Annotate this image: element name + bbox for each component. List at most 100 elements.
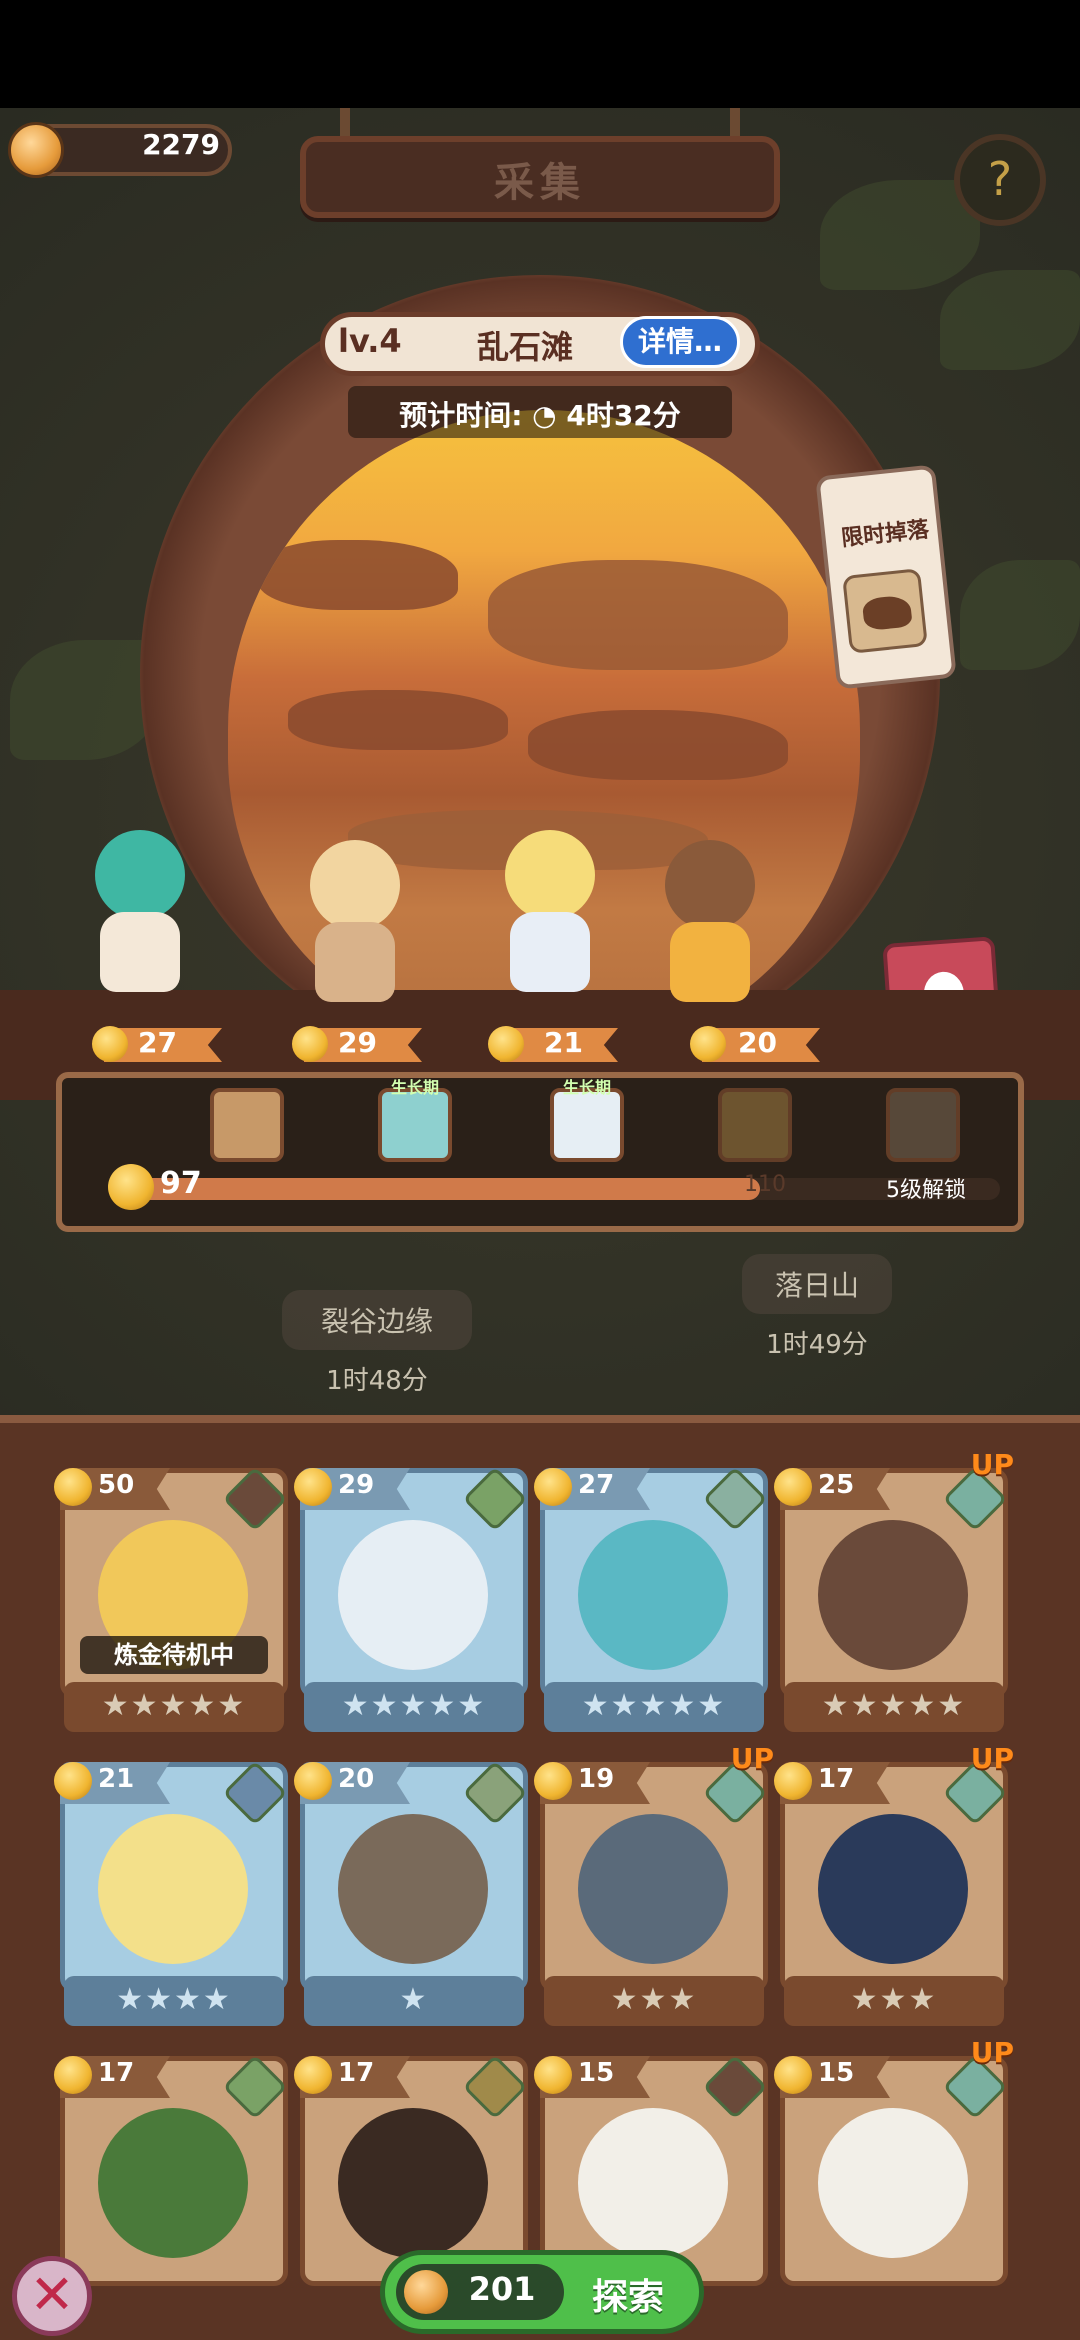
star-rating: ★★★★★	[581, 1688, 727, 1723]
gold-nugget-icon	[534, 2056, 572, 2094]
star-rating: ★★★★★	[821, 1688, 967, 1723]
star-rating: ★★★	[610, 1982, 698, 2017]
help-button[interactable]: ?	[954, 134, 1046, 226]
gold-nugget-icon	[774, 2056, 812, 2094]
estimated-time-label: 预计时间:	[399, 399, 523, 432]
star-rating: ★★★★	[116, 1982, 232, 2017]
growth-badge: 生长期	[390, 1078, 439, 1097]
character-level: 50	[98, 1470, 135, 1500]
gold-nugget-icon	[294, 2056, 332, 2094]
team-member[interactable]	[70, 830, 210, 1000]
ore-icon	[842, 568, 928, 654]
explore-cost: 201	[468, 2270, 536, 2308]
close-button[interactable]: ✕	[12, 2256, 92, 2336]
character-portrait	[338, 1520, 488, 1670]
star-rating: ★	[399, 1982, 429, 2017]
character-head	[505, 830, 595, 920]
close-x-icon: ✕	[29, 2263, 75, 2326]
team-member[interactable]	[480, 830, 620, 1000]
character-portrait	[338, 2108, 488, 2258]
character-card[interactable]: 17 UP ★★★	[774, 1742, 1014, 2030]
gold-nugget-icon	[108, 1164, 154, 1210]
character-card[interactable]: 炼金待机中 50 ★★★★★	[54, 1466, 288, 1736]
team-level: 20	[738, 1026, 777, 1059]
location-time: 1时49分	[766, 1330, 868, 1360]
location-level: lv.4	[338, 322, 402, 360]
sprout-question-icon: ?	[987, 152, 1013, 206]
gold-nugget-icon	[294, 1762, 332, 1800]
upgrade-badge: UP	[970, 1448, 1014, 1481]
star-rating: ★★★★★	[341, 1688, 487, 1723]
character-card[interactable]: 21 ★★★★	[54, 1760, 288, 2030]
status-bar	[0, 0, 1080, 108]
character-card[interactable]: 19 UP ★★★	[534, 1742, 774, 2030]
gold-nugget-icon	[534, 1762, 572, 1800]
resource-slot[interactable]	[886, 1088, 960, 1162]
gold-nugget-icon	[774, 1762, 812, 1800]
character-portrait	[578, 2108, 728, 2258]
character-card[interactable]: 25 UP ★★★★★	[774, 1448, 1014, 1736]
growth-badge: 生长期	[562, 1078, 611, 1097]
leaf-decoration	[820, 180, 980, 290]
resource-progress-fill	[110, 1178, 760, 1200]
gold-nugget-icon	[534, 1468, 572, 1506]
gold-nugget-icon	[488, 1026, 524, 1062]
character-level: 21	[98, 1764, 135, 1794]
character-level: 19	[578, 1764, 615, 1794]
character-head	[95, 830, 185, 920]
character-portrait	[98, 1814, 248, 1964]
character-body	[510, 912, 590, 992]
character-card[interactable]: 20 ★	[294, 1760, 528, 2030]
upgrade-badge: UP	[970, 2036, 1014, 2069]
gold-nugget-icon	[54, 1468, 92, 1506]
currency-value: 2279	[142, 128, 220, 161]
character-level: 15	[818, 2058, 855, 2088]
gold-coin-icon	[404, 2270, 448, 2314]
resource-slot[interactable]	[550, 1088, 624, 1162]
estimated-time: 预计时间: ◔ 4时32分	[348, 394, 732, 434]
upgrade-badge: UP	[730, 1742, 774, 1775]
character-level: 15	[578, 2058, 615, 2088]
explore-label: 探索	[591, 2277, 664, 2318]
resource-current: 97	[160, 1166, 202, 1201]
character-level: 17	[818, 1764, 855, 1794]
rock-decoration	[258, 540, 458, 610]
gold-nugget-icon	[292, 1026, 328, 1062]
character-level: 17	[338, 2058, 375, 2088]
rock-decoration	[288, 690, 508, 750]
leaf-decoration	[960, 560, 1080, 670]
character-card[interactable]: 29 ★★★★★	[294, 1466, 528, 1736]
character-head	[665, 840, 755, 930]
team-member[interactable]	[640, 840, 780, 1010]
character-portrait	[818, 1814, 968, 1964]
star-rating: ★★★★★	[101, 1688, 247, 1723]
character-level: 25	[818, 1470, 855, 1500]
character-card[interactable]: 17	[54, 2054, 288, 2324]
team-level: 21	[544, 1026, 583, 1059]
team-member[interactable]	[285, 840, 425, 1010]
character-portrait	[818, 2108, 968, 2258]
team-level: 29	[338, 1026, 377, 1059]
character-card[interactable]: 27 ★★★★★	[534, 1466, 768, 1736]
gather-screen: { "header": { "currency_value": "2279", …	[0, 0, 1080, 2340]
character-level: 27	[578, 1470, 615, 1500]
character-body	[315, 922, 395, 1002]
estimated-time-value: 4时32分	[566, 399, 681, 432]
page-title: 采集	[494, 160, 586, 206]
character-level: 17	[98, 2058, 135, 2088]
character-level: 20	[338, 1764, 375, 1794]
gold-nugget-icon	[774, 1468, 812, 1506]
star-rating: ★★★	[850, 1982, 938, 2017]
character-card[interactable]: 15 UP	[774, 2036, 1014, 2324]
resource-slot[interactable]	[210, 1088, 284, 1162]
character-portrait	[578, 1814, 728, 1964]
leaf-decoration	[10, 640, 160, 760]
status-tag: 炼金待机中	[80, 1636, 268, 1674]
character-portrait	[578, 1520, 728, 1670]
team-level: 27	[138, 1026, 177, 1059]
resource-panel	[56, 1072, 1024, 1232]
resource-slot[interactable]	[718, 1088, 792, 1162]
details-button[interactable]: 详情…	[620, 316, 740, 368]
rock-decoration	[488, 560, 788, 670]
resource-slot[interactable]	[378, 1088, 452, 1162]
